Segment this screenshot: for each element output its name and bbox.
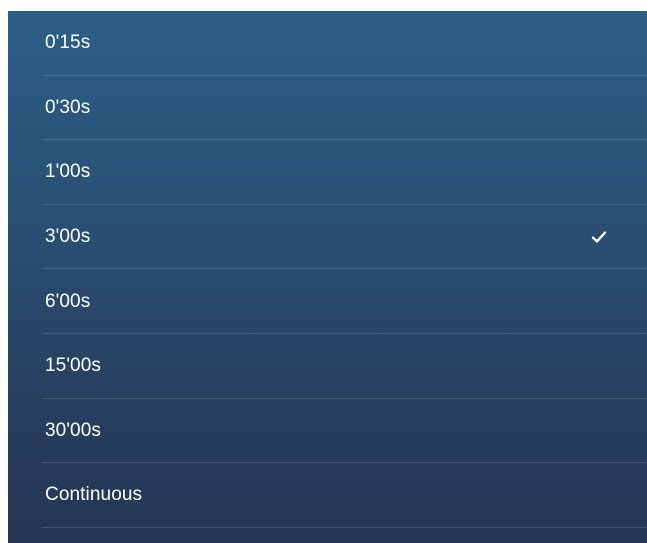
option-30-00s[interactable]: 30'00s xyxy=(8,399,647,464)
option-label: 30'00s xyxy=(45,419,101,441)
duration-option-list: 0'15s 0'30s 1'00s 3'00s 6'00s 15'00s 30'… xyxy=(8,11,647,543)
checkmark-icon xyxy=(591,231,607,243)
option-3-00s[interactable]: 3'00s xyxy=(8,205,647,270)
option-0-15s[interactable]: 0'15s xyxy=(8,11,647,76)
option-label: 3'00s xyxy=(45,226,91,248)
option-label: 0'15s xyxy=(45,32,91,54)
option-1-00s[interactable]: 1'00s xyxy=(8,140,647,205)
option-label: 1'00s xyxy=(45,161,91,183)
option-list: 0'15s 0'30s 1'00s 3'00s 6'00s 15'00s 30'… xyxy=(8,11,647,528)
option-label: 6'00s xyxy=(45,290,91,312)
option-continuous[interactable]: Continuous xyxy=(8,463,647,528)
option-6-00s[interactable]: 6'00s xyxy=(8,269,647,334)
option-0-30s[interactable]: 0'30s xyxy=(8,76,647,141)
option-15-00s[interactable]: 15'00s xyxy=(8,334,647,399)
option-label: 0'30s xyxy=(45,96,91,118)
option-label: 15'00s xyxy=(45,355,101,377)
option-label: Continuous xyxy=(45,484,143,506)
